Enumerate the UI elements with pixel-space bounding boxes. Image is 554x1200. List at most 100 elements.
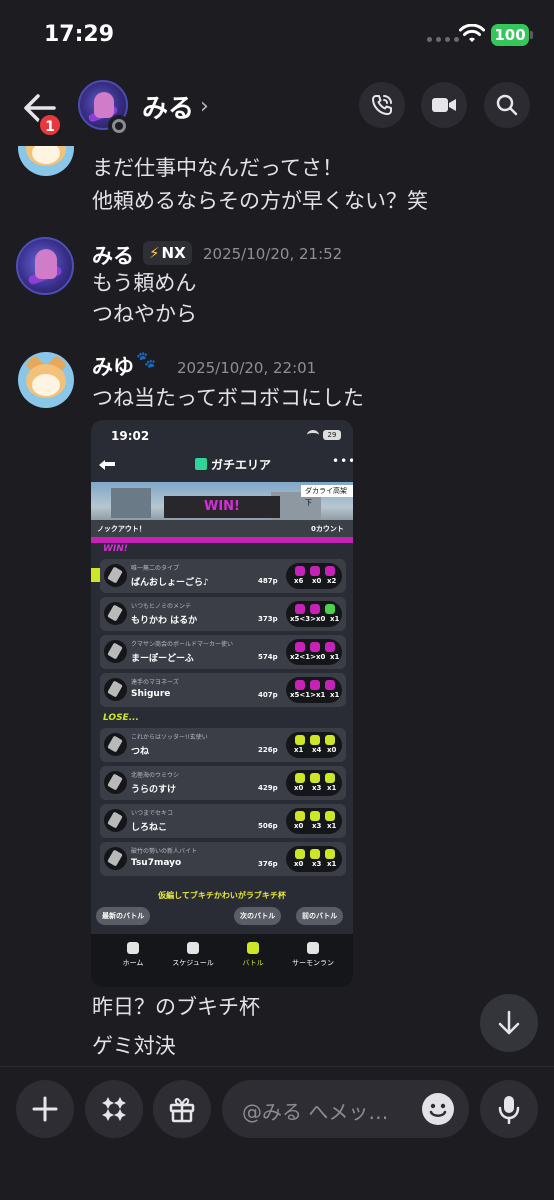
apps-icon: [102, 1097, 126, 1121]
weapon-icon: [104, 809, 127, 832]
stats-pill: x0 x3 x1: [286, 770, 342, 796]
author-avatar[interactable]: [18, 352, 74, 408]
more-icon: •••: [332, 454, 353, 468]
stats-pill: x1 x4 x0: [286, 732, 342, 758]
image-attachment[interactable]: 19:02 29 ガチエリア ••• WIN! ダカライ高架下 ノックアウト！ …: [91, 420, 353, 987]
message-timestamp: 2025/10/20, 22:01: [177, 359, 317, 377]
plus-icon: [32, 1096, 58, 1122]
prev-battle-button: 前のバトル: [296, 907, 344, 925]
back-arrow-icon: [99, 459, 115, 470]
tab-schedule: スケジュール: [163, 942, 223, 968]
player-row: 破竹の勢いの新人バイト Tsu7mayo 376p x0 x3 x1: [100, 842, 346, 876]
voice-message-button[interactable]: [480, 1080, 538, 1138]
status-indicator-icon: [108, 115, 130, 137]
lose-section-label: LOSE...: [103, 713, 139, 723]
weapon-icon: [104, 640, 127, 663]
author-avatar[interactable]: [16, 237, 74, 295]
message-text: ゲミ対決: [92, 1034, 176, 1058]
tab-salmon-run: サーモンラン: [283, 942, 343, 968]
gift-icon: [169, 1098, 195, 1123]
arrow-down-icon: [498, 1010, 520, 1035]
tab-battle: バトル: [223, 942, 283, 968]
weapon-icon: [104, 771, 127, 794]
video-icon: [432, 98, 456, 112]
weapon-icon: [104, 678, 127, 701]
promo-banner: 仮編してブキチかわいがラブキチ杯: [158, 891, 286, 900]
player-row: いつもヒノミのメンテ もりかわ はるか 373p x5<3> x0 x1: [100, 597, 346, 631]
count-label: 0カウント: [311, 525, 344, 533]
home-icon: [127, 942, 139, 954]
chevron-right-icon[interactable]: ›: [200, 94, 209, 119]
next-battle-button: 次のバトル: [234, 907, 282, 925]
paw-icon: 🐾: [136, 350, 156, 369]
stage-name: ダカライ高架下: [301, 485, 353, 507]
scroll-to-bottom-button[interactable]: [480, 994, 538, 1052]
message-list[interactable]: まだ仕事中なんだってさ！ 他頼めるならその方が早くない？笑 みる ⚡ NX 202…: [0, 146, 554, 1066]
message-text: もう頼めん: [92, 271, 197, 295]
message-text: まだ仕事中なんだってさ！: [92, 156, 343, 180]
search-button[interactable]: [484, 82, 530, 128]
apps-button[interactable]: [85, 1080, 143, 1138]
player-row: いつまでセキコ しろねこ 506p x0 x3 x1: [100, 804, 346, 838]
chat-header: 1 みる ›: [0, 68, 554, 146]
status-bar: 17:29 100: [0, 0, 554, 68]
author-avatar[interactable]: [18, 146, 74, 176]
message-text: つねやから: [92, 302, 197, 326]
video-call-button[interactable]: [421, 82, 467, 128]
message-composer: @みる へメッ…: [0, 1066, 554, 1200]
message-author[interactable]: みる: [92, 240, 134, 270]
emoji-icon[interactable]: [422, 1093, 454, 1125]
result-label: WIN!: [164, 496, 280, 518]
stats-pill: x2<1> x0 x1: [286, 639, 342, 665]
cellular-signal-icon: [427, 37, 459, 42]
salmon-icon: [307, 942, 319, 954]
player-row: 北極海のウミウシ うらのすけ 429p x0 x3 x1: [100, 766, 346, 800]
wifi-icon: [307, 430, 319, 440]
bolt-icon: ⚡: [149, 244, 160, 262]
mic-icon: [498, 1096, 520, 1124]
latest-battle-button: 最新のバトル: [96, 907, 151, 925]
wifi-icon: [459, 24, 485, 42]
message-input[interactable]: @みる へメッ…: [222, 1080, 469, 1138]
message-text: つね当たってボコボコにした: [92, 386, 364, 410]
weapon-icon: [104, 564, 127, 587]
contact-name[interactable]: みる: [142, 88, 194, 125]
player-row: これからはソッター!!玄使い つね 226p x1 x4 x0: [100, 728, 346, 762]
player-row: クマサン商会のボールドマーカー使い まーぽーどーふ 574p x2<1> x0 x1: [100, 635, 346, 669]
tab-home: ホーム: [103, 942, 163, 968]
stats-pill: x6 x0 x2: [286, 563, 342, 589]
unread-badge: 1: [38, 113, 62, 137]
attach-button[interactable]: [16, 1080, 74, 1138]
stats-pill: x0 x3 x1: [286, 846, 342, 872]
battle-icon: [247, 942, 259, 954]
search-icon: [496, 94, 518, 116]
stats-pill: x5<3> x0 x1: [286, 601, 342, 627]
battery-indicator: 100: [491, 24, 533, 46]
voice-call-button[interactable]: [359, 82, 405, 128]
weapon-icon: [104, 733, 127, 756]
win-section-label: WIN!: [103, 544, 128, 554]
stage-banner: WIN! ダカライ高架下 ノックアウト！ 0カウント: [91, 482, 353, 537]
message-timestamp: 2025/10/20, 21:52: [203, 245, 343, 263]
message-author[interactable]: みゆ: [92, 351, 134, 381]
weapon-icon: [104, 847, 127, 870]
player-row: 唯一無二のタイプ ばんおしょーごら♪ 487p x6 x0 x2: [100, 559, 346, 593]
player-row: 達手のマヨネーズ Shigure 407p x5<1> x1 x1: [100, 673, 346, 707]
input-placeholder: @みる へメッ…: [242, 1100, 389, 1124]
knockout-label: ノックアウト！: [97, 525, 146, 533]
stats-pill: x5<1> x1 x1: [286, 677, 342, 703]
weapon-icon: [104, 602, 127, 625]
game-mode-title: ガチエリア: [211, 458, 272, 472]
game-status-time: 19:02: [111, 429, 150, 443]
phone-icon: [372, 95, 392, 115]
calendar-icon: [187, 942, 199, 954]
game-tab-bar: ホーム スケジュール バトル サーモンラン: [91, 934, 353, 987]
stats-pill: x0 x3 x1: [286, 808, 342, 834]
message-text: 昨日？のブキチ杯: [92, 995, 260, 1019]
message-text: 他頼めるならその方が早くない？笑: [92, 189, 428, 213]
splat-zones-icon: [195, 458, 207, 470]
status-time: 17:29: [44, 22, 115, 47]
gift-button[interactable]: [153, 1080, 211, 1138]
user-tag: ⚡ NX: [143, 241, 192, 265]
battery-indicator: 29: [323, 430, 341, 440]
